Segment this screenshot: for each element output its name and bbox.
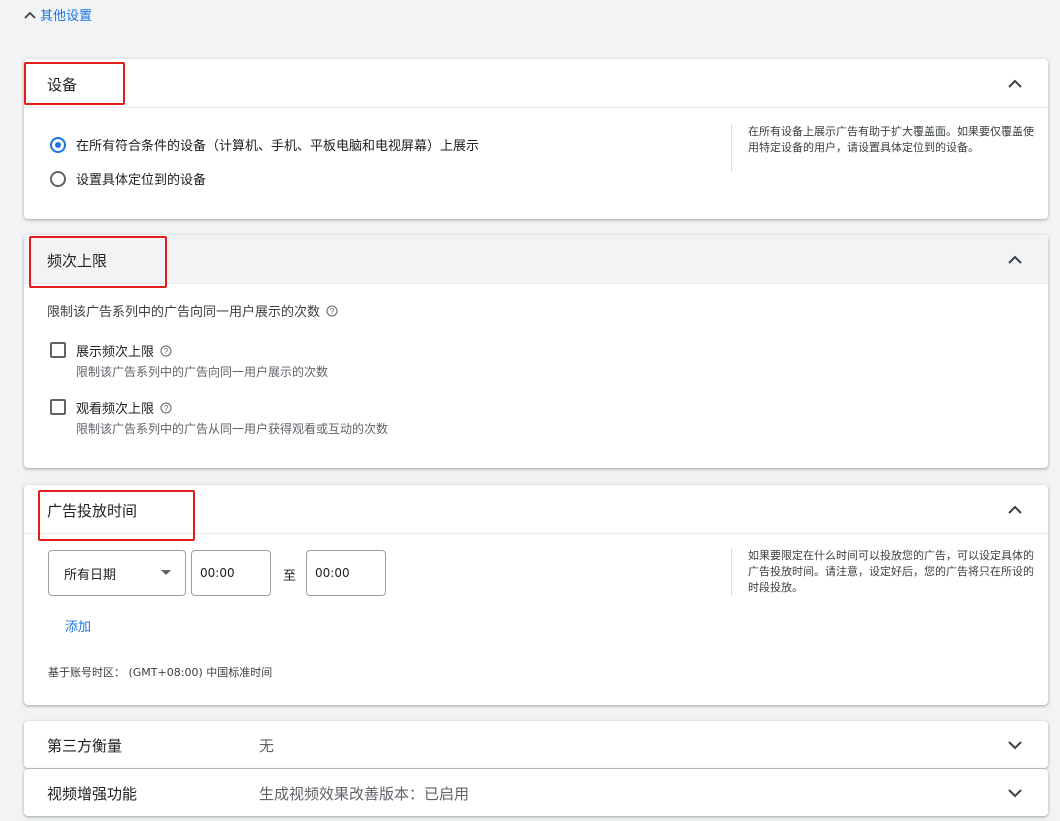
schedule-header[interactable]: 广告投放时间 <box>24 485 1048 534</box>
day-select-value: 所有日期 <box>64 567 117 583</box>
schedule-title: 广告投放时间 <box>47 502 138 520</box>
frequency-description: 限制该广告系列中的广告向同一用户展示的次数 ? <box>47 301 338 320</box>
radio-button[interactable] <box>50 170 66 187</box>
impression-cap-option[interactable]: 展示频次上限 ? 限制该广告系列中的广告向同一用户展示的次数 <box>50 341 328 380</box>
radio-specific-devices[interactable]: 设置具体定位到的设备 <box>50 169 206 188</box>
day-select[interactable]: 所有日期 <box>48 550 186 596</box>
third-party-measurement-value: 无 <box>259 737 275 755</box>
other-settings-label: 其他设置 <box>40 9 93 24</box>
schedule-help-text: 如果要限定在什么时间可以投放您的广告，可以设定具体的广告投放时间。请注意，设定好… <box>731 548 1038 596</box>
devices-card: 设备 在所有符合条件的设备（计算机、手机、平板电脑和电视屏幕）上展示 设置具体定… <box>24 59 1048 219</box>
devices-title: 设备 <box>47 76 78 94</box>
radio-specific-devices-label: 设置具体定位到的设备 <box>76 173 207 188</box>
impression-cap-label: 展示频次上限 <box>76 345 155 360</box>
view-cap-option[interactable]: 观看频次上限 ? 限制该广告系列中的广告从同一用户获得观看或互动的次数 <box>50 398 388 437</box>
impression-cap-sublabel: 限制该广告系列中的广告向同一用户展示的次数 <box>76 365 329 379</box>
dropdown-arrow-icon <box>161 570 171 575</box>
frequency-card: 频次上限 限制该广告系列中的广告向同一用户展示的次数 ? 展示频次上限 ? 限制… <box>24 235 1048 468</box>
devices-header[interactable]: 设备 <box>24 59 1048 108</box>
frequency-header[interactable]: 频次上限 <box>24 235 1048 284</box>
help-icon[interactable]: ? <box>326 305 338 317</box>
radio-all-devices-label: 在所有符合条件的设备（计算机、手机、平板电脑和电视屏幕）上展示 <box>76 139 480 154</box>
schedule-body: 所有日期 00:00 至 00:00 添加 基于账号时区： (GMT+08:00… <box>24 534 1048 704</box>
add-schedule-link[interactable]: 添加 <box>65 616 91 635</box>
video-enhancement-value: 生成视频效果改善版本：已启用 <box>259 785 470 803</box>
impression-cap-checkbox[interactable] <box>50 342 66 358</box>
schedule-card: 广告投放时间 所有日期 00:00 至 00:00 添加 基于账号时区： (GM… <box>24 485 1048 705</box>
svg-text:?: ? <box>330 307 335 316</box>
radio-button-selected[interactable] <box>50 136 66 153</box>
start-time-input[interactable]: 00:00 <box>191 550 271 596</box>
chevron-up-icon[interactable] <box>1007 76 1023 92</box>
view-cap-label: 观看频次上限 <box>76 402 155 417</box>
view-cap-checkbox[interactable] <box>50 399 66 415</box>
svg-text:?: ? <box>164 347 169 356</box>
chevron-up-icon <box>24 11 36 19</box>
other-settings-toggle[interactable]: 其他设置 <box>22 5 92 24</box>
frequency-title: 频次上限 <box>47 252 108 270</box>
third-party-measurement-label: 第三方衡量 <box>47 737 123 755</box>
help-icon[interactable]: ? <box>160 345 172 357</box>
view-cap-sublabel: 限制该广告系列中的广告从同一用户获得观看或互动的次数 <box>76 422 389 436</box>
chevron-down-icon[interactable] <box>1007 785 1023 801</box>
chevron-up-icon[interactable] <box>1007 502 1023 518</box>
devices-help-text: 在所有设备上展示广告有助于扩大覆盖面。如果要仅覆盖使用特定设备的用户，请设置具体… <box>731 124 1038 172</box>
third-party-measurement-row[interactable]: 第三方衡量 无 <box>24 721 1048 768</box>
end-time-input[interactable]: 00:00 <box>306 550 386 596</box>
timezone-text: 基于账号时区： (GMT+08:00) 中国标准时间 <box>48 666 273 679</box>
chevron-up-icon[interactable] <box>1007 252 1023 268</box>
chevron-down-icon[interactable] <box>1007 737 1023 753</box>
radio-all-devices[interactable]: 在所有符合条件的设备（计算机、手机、平板电脑和电视屏幕）上展示 <box>50 135 479 154</box>
video-enhancement-label: 视频增强功能 <box>47 785 138 803</box>
video-enhancement-row[interactable]: 视频增强功能 生成视频效果改善版本：已启用 <box>24 769 1048 816</box>
svg-text:?: ? <box>164 404 169 413</box>
help-icon[interactable]: ? <box>160 402 172 414</box>
to-label: 至 <box>283 569 297 584</box>
frequency-description-text: 限制该广告系列中的广告向同一用户展示的次数 <box>47 305 321 320</box>
